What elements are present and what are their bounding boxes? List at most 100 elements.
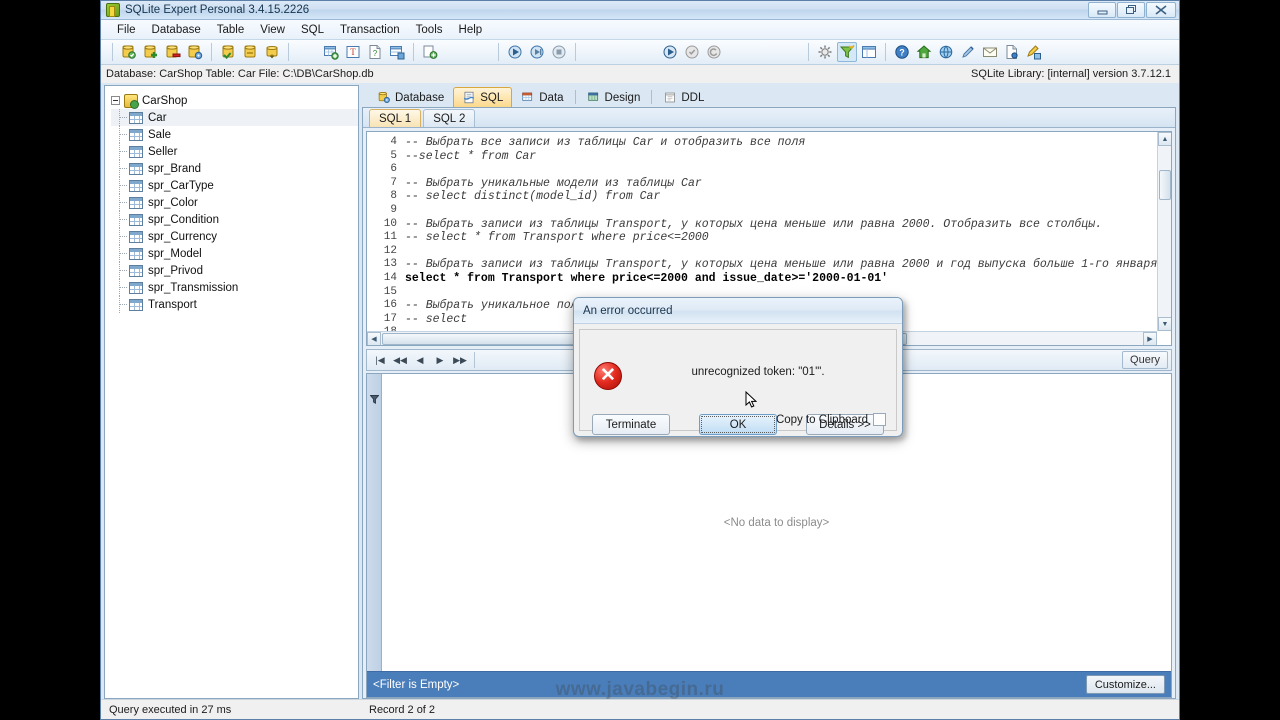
scroll-right-arrow-icon[interactable]: ▶ — [1143, 332, 1157, 345]
execute-step-icon[interactable] — [527, 42, 547, 62]
rollback-transaction-icon[interactable] — [704, 42, 724, 62]
status-query-time: Query executed in 27 ms — [109, 703, 232, 716]
menu-transaction[interactable]: Transaction — [332, 22, 408, 38]
register-icon[interactable] — [958, 42, 978, 62]
tab-data[interactable]: Data — [512, 87, 572, 107]
tree-item-spr-privod[interactable]: spr_Privod — [111, 262, 358, 279]
ok-button[interactable]: OK — [699, 414, 777, 435]
open-database-icon[interactable] — [119, 42, 139, 62]
tree-item-seller[interactable]: Seller — [111, 143, 358, 160]
document-icon[interactable] — [1002, 42, 1022, 62]
error-message: unrecognized token: "01'". — [691, 366, 825, 378]
filter-icon[interactable] — [370, 395, 379, 405]
menu-table[interactable]: Table — [209, 22, 253, 38]
scroll-left-arrow-icon[interactable]: ◀ — [367, 332, 381, 345]
menu-database[interactable]: Database — [144, 22, 209, 38]
database-properties-icon[interactable] — [185, 42, 205, 62]
line-number: 9 — [390, 203, 397, 216]
tab-sql[interactable]: SQL — [453, 87, 513, 107]
import-data-icon[interactable] — [420, 42, 440, 62]
compact-database-icon[interactable] — [262, 42, 282, 62]
commit-transaction-icon[interactable] — [682, 42, 702, 62]
editor-vertical-scrollbar[interactable]: ▲ ▼ — [1157, 132, 1171, 331]
mail-icon[interactable] — [980, 42, 1000, 62]
line-number: 10 — [383, 217, 397, 230]
restore-button[interactable] — [1117, 2, 1145, 18]
close-database-icon[interactable] — [163, 42, 183, 62]
options-icon[interactable] — [815, 42, 835, 62]
prior-page-icon[interactable]: ◀◀ — [390, 351, 410, 369]
copy-to-clipboard-checkbox[interactable] — [873, 413, 886, 426]
tree-item-car[interactable]: Car — [111, 109, 358, 126]
about-icon[interactable] — [1024, 42, 1044, 62]
begin-transaction-icon[interactable] — [660, 42, 680, 62]
scroll-down-arrow-icon[interactable]: ▼ — [1158, 317, 1171, 331]
first-record-icon[interactable]: |◀ — [370, 351, 390, 369]
table-icon — [129, 230, 143, 243]
next-record-icon[interactable]: ▶ — [430, 351, 450, 369]
svg-text:T: T — [350, 47, 356, 57]
next-page-icon[interactable]: ▶▶ — [450, 351, 470, 369]
tree-item-spr-model[interactable]: spr_Model — [111, 245, 358, 262]
tree-item-spr-cartype[interactable]: spr_CarType — [111, 177, 358, 194]
database-info-left: Database: CarShop Table: Car File: C:\DB… — [106, 68, 374, 80]
menu-file[interactable]: File — [109, 22, 144, 38]
expander-icon[interactable] — [111, 96, 120, 105]
tree-item-label: spr_Color — [148, 196, 198, 209]
tree-item-spr-color[interactable]: spr_Color — [111, 194, 358, 211]
tree-item-spr-currency[interactable]: spr_Currency — [111, 228, 358, 245]
sql-subtab-bar: SQL 1 SQL 2 — [363, 108, 1175, 128]
vertical-scroll-thumb[interactable] — [1159, 170, 1171, 200]
help-icon[interactable]: ? — [892, 42, 912, 62]
subtab-sql-2[interactable]: SQL 2 — [423, 109, 476, 127]
scroll-up-arrow-icon[interactable]: ▲ — [1158, 132, 1171, 146]
table-info-icon[interactable]: ? — [365, 42, 385, 62]
query-button[interactable]: Query — [1122, 351, 1168, 369]
detach-database-icon[interactable] — [240, 42, 260, 62]
close-button[interactable] — [1146, 2, 1176, 18]
tree-item-transport[interactable]: Transport — [111, 296, 358, 313]
tab-database[interactable]: Database — [368, 87, 453, 107]
menu-tools[interactable]: Tools — [408, 22, 451, 38]
tree-item-spr-transmission[interactable]: spr_Transmission — [111, 279, 358, 296]
tab-design[interactable]: Design — [578, 87, 650, 107]
menu-sql[interactable]: SQL — [293, 22, 332, 38]
filter-icon[interactable] — [837, 42, 857, 62]
rename-table-icon[interactable]: T — [343, 42, 363, 62]
subtab-sql-1[interactable]: SQL 1 — [369, 109, 422, 127]
code-line: select * from Transport where price<=200… — [405, 271, 889, 285]
menu-view[interactable]: View — [252, 22, 293, 38]
attach-database-icon[interactable] — [218, 42, 238, 62]
code-line: -- Выбрать уникальные модели из таблицы … — [405, 176, 702, 190]
home-icon[interactable] — [914, 42, 934, 62]
web-icon[interactable] — [936, 42, 956, 62]
terminate-button[interactable]: Terminate — [592, 414, 670, 435]
code-line: -- select * from Transport where price<=… — [405, 231, 709, 245]
tab-divider — [574, 90, 576, 104]
stop-sql-icon[interactable] — [549, 42, 569, 62]
customize-button[interactable]: Customize... — [1085, 675, 1165, 694]
table-icon — [129, 281, 143, 294]
layout-icon[interactable] — [859, 42, 879, 62]
code-line: -- Выбрать все записи из таблицы Car и о… — [405, 136, 806, 149]
tab-ddl[interactable]: DDL — [654, 87, 713, 107]
prior-record-icon[interactable]: ◀ — [410, 351, 430, 369]
table-icon — [129, 179, 143, 192]
error-icon: ✕ — [594, 362, 622, 390]
new-database-icon[interactable] — [141, 42, 161, 62]
tree-item-spr-brand[interactable]: spr_Brand — [111, 160, 358, 177]
new-table-icon[interactable] — [321, 42, 341, 62]
tree-root-carshop[interactable]: CarShop — [111, 92, 358, 109]
copy-to-clipboard-row[interactable]: Copy to Clipboard — [776, 413, 886, 426]
tab-label: Database — [395, 91, 445, 104]
tree-item-sale[interactable]: Sale — [111, 126, 358, 143]
filter-status-text[interactable]: <Filter is Empty> — [373, 679, 459, 691]
tree-item-label: spr_Currency — [148, 230, 218, 243]
execute-sql-icon[interactable] — [505, 42, 525, 62]
menu-help[interactable]: Help — [451, 22, 491, 38]
minimize-button[interactable] — [1088, 2, 1116, 18]
window-title: SQLite Expert Personal 3.4.15.2226 — [125, 4, 310, 16]
design-table-icon[interactable] — [387, 42, 407, 62]
tree-item-spr-condition[interactable]: spr_Condition — [111, 211, 358, 228]
